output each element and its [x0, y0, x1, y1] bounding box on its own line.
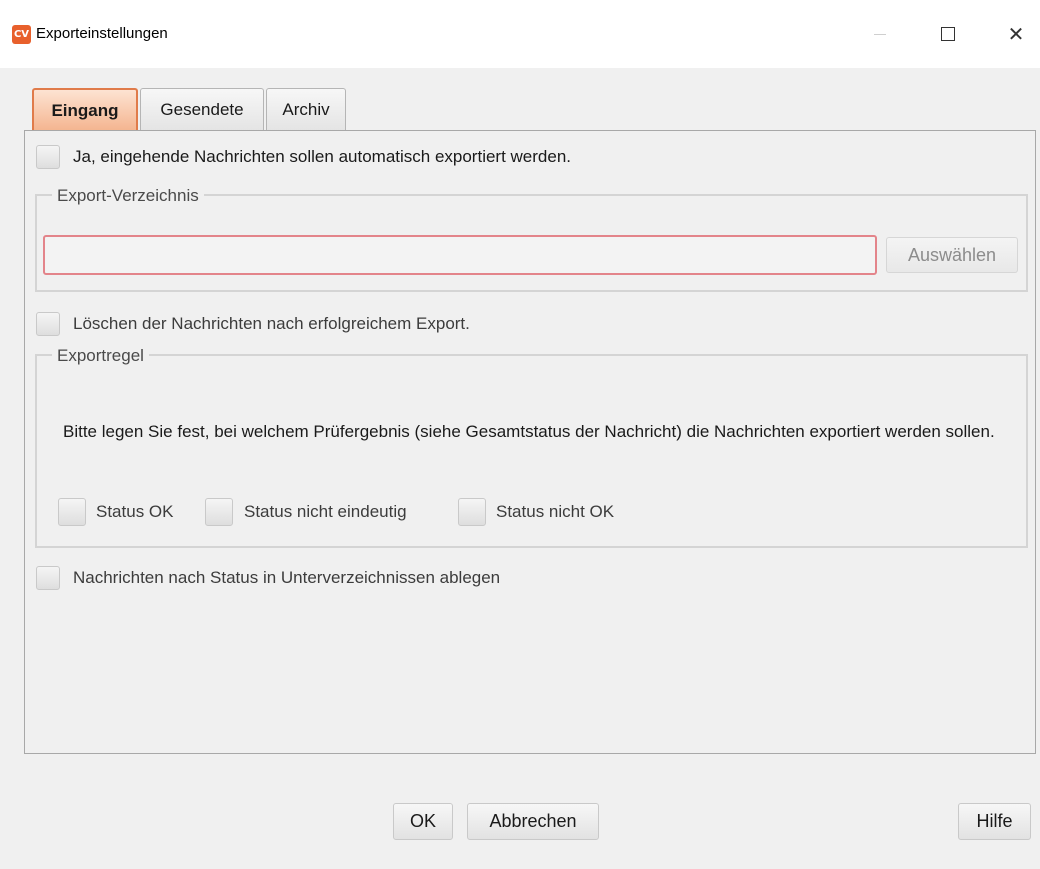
tab-archiv[interactable]: Archiv	[266, 88, 346, 131]
title-bar: CV Exporteinstellungen ✕	[0, 0, 1040, 68]
minimize-icon	[874, 33, 886, 35]
status-not-ok-label: Status nicht OK	[496, 502, 615, 521]
cancel-button[interactable]: Abbrechen	[467, 803, 599, 840]
close-button[interactable]: ✕	[993, 12, 1039, 56]
maximize-icon	[941, 27, 955, 41]
auto-export-checkbox[interactable]	[36, 145, 60, 169]
ok-button[interactable]: OK	[393, 803, 453, 840]
tab-eingang[interactable]: Eingang	[32, 88, 138, 131]
subdirectory-by-status-checkbox[interactable]	[36, 566, 60, 590]
delete-after-export-checkbox[interactable]	[36, 312, 60, 336]
tab-gesendete[interactable]: Gesendete	[140, 88, 264, 131]
help-button[interactable]: Hilfe	[958, 803, 1031, 840]
select-directory-button[interactable]: Auswählen	[886, 237, 1018, 273]
status-ok-label: Status OK	[96, 502, 174, 521]
status-not-ok-checkbox[interactable]	[458, 498, 486, 526]
status-ok-checkbox[interactable]	[58, 498, 86, 526]
export-settings-dialog: CV Exporteinstellungen ✕ Eingang Gesende…	[0, 0, 1040, 869]
minimize-button[interactable]	[857, 12, 903, 56]
export-rule-description: Bitte legen Sie fest, bei welchem Prüfer…	[63, 422, 995, 441]
status-unclear-checkbox[interactable]	[205, 498, 233, 526]
maximize-button[interactable]	[925, 12, 971, 56]
auto-export-label: Ja, eingehende Nachrichten sollen automa…	[73, 147, 572, 166]
export-rule-title: Exportregel	[52, 346, 149, 366]
status-unclear-label: Status nicht eindeutig	[244, 502, 407, 521]
export-directory-title: Export-Verzeichnis	[52, 186, 204, 206]
close-icon: ✕	[1007, 22, 1025, 46]
export-directory-input[interactable]	[43, 235, 877, 275]
subdirectory-by-status-label: Nachrichten nach Status in Unterverzeich…	[73, 568, 501, 587]
delete-after-export-label: Löschen der Nachrichten nach erfolgreich…	[73, 314, 470, 333]
app-logo-icon: CV	[12, 25, 31, 44]
window-title: Exporteinstellungen	[36, 25, 168, 42]
